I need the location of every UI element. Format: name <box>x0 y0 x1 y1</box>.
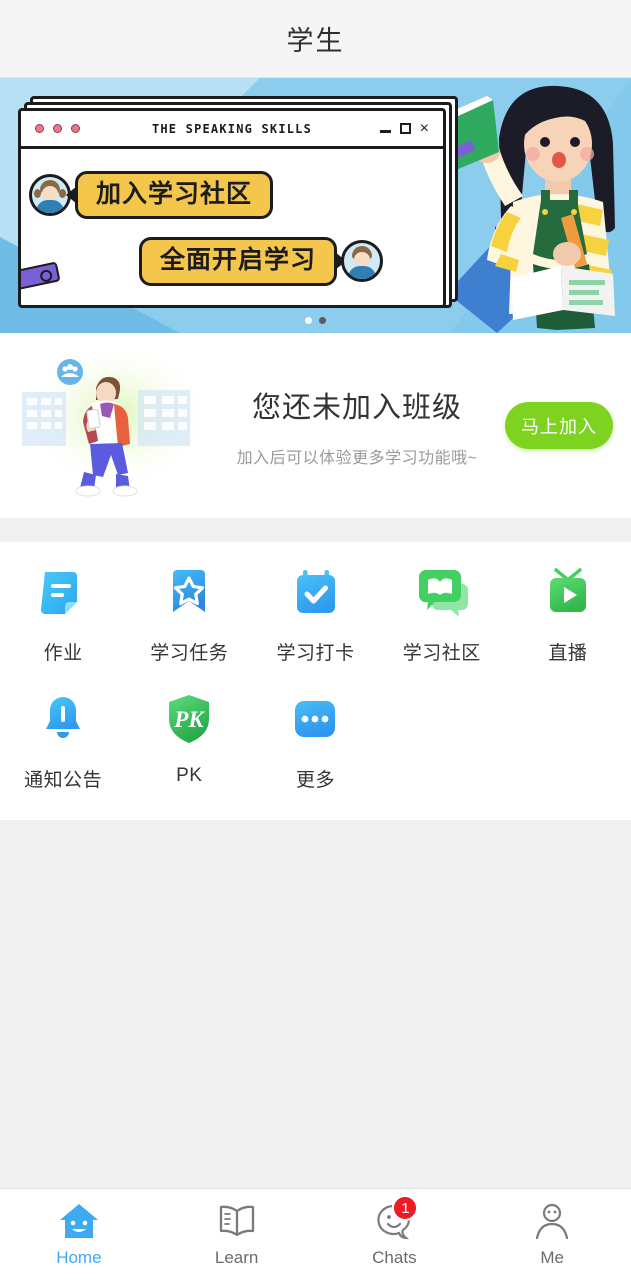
bookmark-star-icon <box>161 564 217 620</box>
app-root: 学生 THE SPEAKING SKILLS × 加入学习社区 全面开启学习 您… <box>0 0 631 1280</box>
feature-live[interactable]: 直播 <box>505 564 631 665</box>
feature-learning-task[interactable]: 学习任务 <box>126 564 252 665</box>
feature-label: 作业 <box>43 643 83 664</box>
join-now-button[interactable]: 马上加入 <box>505 402 613 449</box>
minimize-icon <box>379 130 391 133</box>
tab-label: Me <box>540 1248 564 1267</box>
boy-avatar-icon <box>341 240 384 283</box>
feature-label: 通知公告 <box>24 770 103 791</box>
banner-bubble-2: 全面开启学习 <box>139 237 338 286</box>
tab-home[interactable]: Home <box>0 1201 158 1268</box>
bell-icon <box>35 691 91 747</box>
feature-placeholder <box>505 691 631 792</box>
feature-more[interactable]: 更多 <box>252 691 378 792</box>
girl-reading-illustration <box>437 85 615 333</box>
tab-label: Learn <box>214 1248 259 1267</box>
join-class-card: 您还未加入班级 加入后可以体验更多学习功能哦~ 马上加入 <box>0 333 631 518</box>
feature-grid-row-2: 通知公告 PK PK 更多 <box>0 691 631 792</box>
banner-carousel[interactable]: THE SPEAKING SKILLS × 加入学习社区 全面开启学习 <box>0 78 631 333</box>
window-titlebar: THE SPEAKING SKILLS × <box>21 111 443 149</box>
window-mockup-main: THE SPEAKING SKILLS × 加入学习社区 全面开启学习 <box>18 108 446 308</box>
feature-label: PK <box>176 765 203 786</box>
svg-text:PK: PK <box>174 707 206 732</box>
window-mockup: THE SPEAKING SKILLS × 加入学习社区 全面开启学习 <box>18 96 458 314</box>
home-icon <box>57 1201 101 1241</box>
section-divider <box>0 518 631 542</box>
banner-bubble-row-1: 加入学习社区 <box>29 171 443 220</box>
window-dot-icon <box>53 124 62 133</box>
window-controls: × <box>379 119 429 137</box>
page-title: 学生 <box>286 26 345 56</box>
feature-label: 直播 <box>548 643 588 664</box>
chat-smiley-icon: 1 <box>372 1195 419 1241</box>
window-body: 加入学习社区 全面开启学习 <box>21 149 443 305</box>
student-walking-illustration <box>22 351 206 496</box>
window-dot-icon <box>35 124 44 133</box>
document-icon <box>35 564 91 620</box>
book-icon <box>215 1201 259 1241</box>
feature-placeholder <box>379 691 505 792</box>
girl-avatar-icon <box>29 174 71 217</box>
feature-notifications[interactable]: 通知公告 <box>0 691 126 792</box>
feature-label: 学习社区 <box>402 643 481 664</box>
bottom-tabbar: Home Learn 1 Chats Me <box>0 1188 631 1280</box>
feature-label: 学习任务 <box>150 643 229 664</box>
banner-bubble-1: 加入学习社区 <box>75 171 274 220</box>
person-icon <box>530 1201 574 1241</box>
feature-community[interactable]: 学习社区 <box>379 564 505 665</box>
feature-grid: 作业 学习任务 学习打卡 学习社区 直播 通知公告 PK PK 更多 <box>0 542 631 820</box>
tab-learn[interactable]: Learn <box>158 1201 316 1268</box>
community-bubble-icon <box>414 564 470 620</box>
app-header: 学生 <box>0 0 631 78</box>
feature-checkin[interactable]: 学习打卡 <box>252 564 378 665</box>
feature-pk[interactable]: PK PK <box>126 691 252 792</box>
feature-grid-row-1: 作业 学习任务 学习打卡 学习社区 直播 <box>0 564 631 665</box>
banner-bubble-row-2: 全面开启学习 <box>139 237 443 286</box>
content-empty-area <box>0 820 631 1188</box>
calendar-check-icon <box>288 564 344 620</box>
close-icon: × <box>419 119 429 137</box>
feature-homework[interactable]: 作业 <box>0 564 126 665</box>
carousel-dot[interactable] <box>305 317 312 324</box>
carousel-indicators[interactable] <box>0 317 631 324</box>
window-traffic-lights <box>35 124 80 133</box>
tab-me[interactable]: Me <box>473 1201 631 1268</box>
tab-label: Home <box>56 1248 102 1267</box>
carousel-dot-active[interactable] <box>319 317 326 324</box>
live-tv-icon <box>540 564 596 620</box>
eraser-icon <box>21 261 61 291</box>
pk-shield-icon: PK <box>161 691 217 747</box>
join-card-text: 您还未加入班级 加入后可以体验更多学习功能哦~ <box>213 384 505 468</box>
window-dot-icon <box>71 124 80 133</box>
more-dots-icon <box>287 691 343 747</box>
join-card-subtitle: 加入后可以体验更多学习功能哦~ <box>236 449 478 467</box>
maximize-icon <box>399 123 411 134</box>
feature-label: 更多 <box>295 770 335 791</box>
join-card-title: 您还未加入班级 <box>251 391 462 424</box>
tab-label: Chats <box>372 1248 417 1267</box>
tab-chats[interactable]: 1 Chats <box>316 1195 474 1268</box>
feature-label: 学习打卡 <box>276 643 355 664</box>
